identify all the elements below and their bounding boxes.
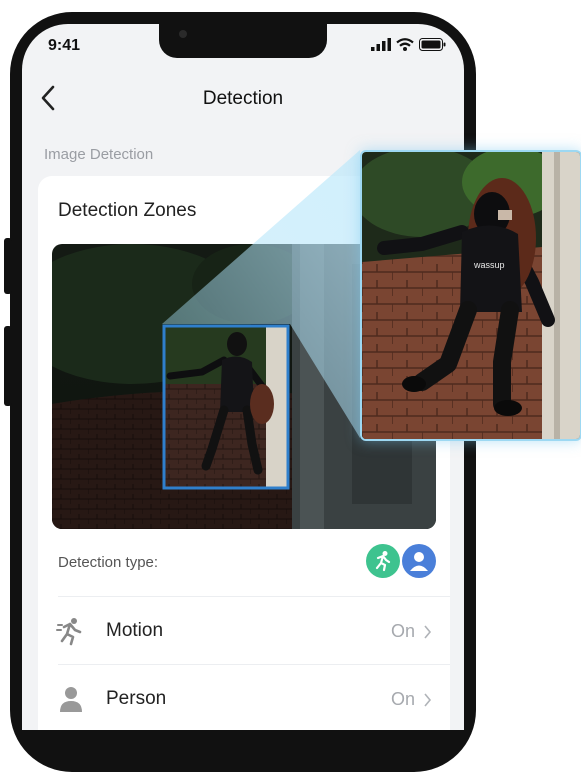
shirt-text: wassup xyxy=(473,260,505,270)
zoomed-scene: wassup xyxy=(362,152,580,439)
zoomed-detection-view: wassup xyxy=(360,150,581,441)
